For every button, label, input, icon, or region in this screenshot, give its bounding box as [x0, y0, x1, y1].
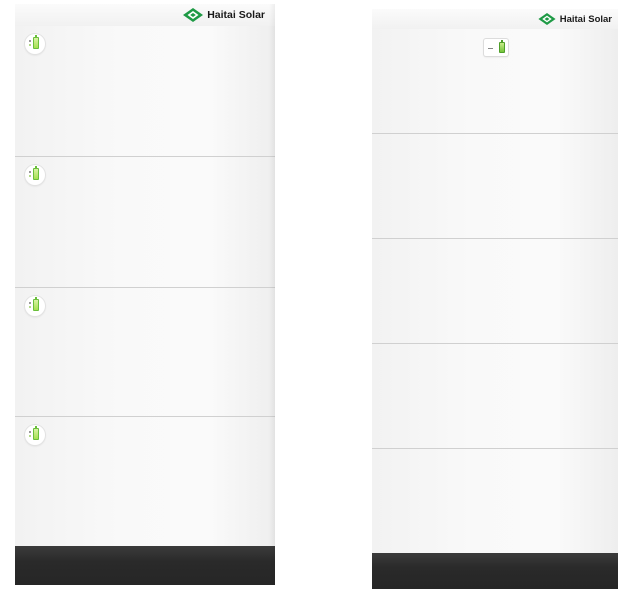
- right-cabinet-top-cover: Haitai Solar: [372, 9, 618, 30]
- battery-level-icon: [499, 40, 505, 53]
- battery-level-icon: [33, 35, 39, 49]
- brand-logo: Haitai Solar: [538, 13, 612, 25]
- brand-name: Haitai Solar: [559, 13, 612, 25]
- left-cabinet-top-cover: Haitai Solar: [15, 4, 275, 27]
- battery-module: [372, 134, 618, 239]
- battery-module: [372, 344, 618, 449]
- battery-level-icon: [33, 297, 39, 311]
- cabinet-base: [372, 553, 618, 589]
- battery-module: [15, 288, 275, 417]
- battery-level-icon: [33, 166, 39, 180]
- led-dot: [29, 40, 31, 42]
- status-indicator[interactable]: [25, 296, 45, 316]
- status-indicator[interactable]: [25, 34, 45, 54]
- battery-module: [372, 29, 618, 134]
- status-indicator[interactable]: [25, 425, 45, 445]
- battery-module: [372, 449, 618, 553]
- left-battery-cabinet: Haitai Solar: [15, 4, 275, 585]
- led-dot: [29, 306, 31, 308]
- battery-module: [15, 417, 275, 546]
- haitai-logo-icon: [183, 8, 204, 22]
- led-dot: [29, 302, 31, 304]
- led-dot: [29, 435, 31, 437]
- battery-module: [15, 26, 275, 157]
- haitai-logo-icon: [538, 13, 556, 25]
- status-indicator[interactable]: [484, 39, 508, 56]
- power-indicator-dash: [488, 48, 493, 49]
- battery-module: [15, 157, 275, 288]
- cabinet-base: [15, 546, 275, 585]
- led-dot: [29, 171, 31, 173]
- battery-module: [372, 239, 618, 344]
- led-dot: [29, 175, 31, 177]
- led-dot: [29, 44, 31, 46]
- led-dot: [29, 431, 31, 433]
- right-battery-cabinet: Haitai Solar: [372, 9, 618, 589]
- brand-logo: Haitai Solar: [183, 8, 265, 22]
- brand-name: Haitai Solar: [207, 9, 265, 21]
- status-indicator[interactable]: [25, 165, 45, 185]
- battery-level-icon: [33, 426, 39, 440]
